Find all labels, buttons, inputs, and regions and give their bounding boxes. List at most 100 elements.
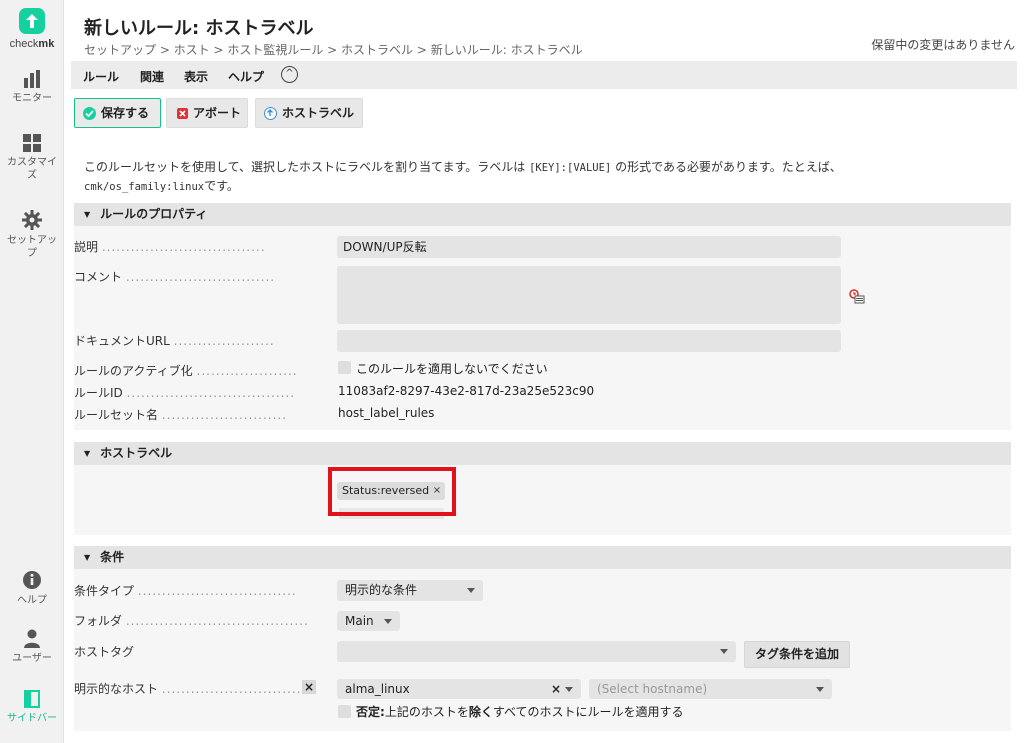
sidebar-item-label: ヘルプ <box>17 595 47 606</box>
host-tag-select[interactable] <box>337 641 736 662</box>
comment-textarea[interactable] <box>337 266 841 324</box>
menu-rules[interactable]: ルール <box>83 68 119 85</box>
intro-code-key-value: [KEY]:[VALUE] <box>529 162 612 174</box>
page-title: 新しいルール: ホストラベル <box>84 18 314 39</box>
menu-help[interactable]: ヘルプ <box>228 68 264 85</box>
section-title: ルールのプロパティ <box>100 207 208 221</box>
ruleid-value: 11083af2-8297-43e2-817d-23a25e523c90 <box>338 384 595 398</box>
highlight-box <box>328 467 456 516</box>
bar-chart-icon <box>24 70 40 88</box>
ruleset-label: ルールセット名 .......................... <box>74 408 288 422</box>
description-label: 説明 .................................. <box>74 240 266 254</box>
abort-button-label: アボート <box>193 106 242 120</box>
gear-icon <box>22 210 42 230</box>
negate-text: 上記のホストを <box>384 705 469 719</box>
rule-properties-header[interactable]: ▼ ルールのプロパティ <box>74 203 1011 226</box>
negate-emphasis: 除く <box>468 705 493 719</box>
intro-code-example: cmk/os_family:linux <box>84 181 205 193</box>
folder-label: フォルダ ...................................… <box>74 614 309 628</box>
collapse-triangle-icon: ▼ <box>84 553 91 562</box>
dropdown-caret-icon <box>816 687 824 692</box>
activation-label: ルールのアクティブ化 ..................... <box>74 364 298 378</box>
abort-button[interactable]: アボート <box>166 98 248 128</box>
ruleset-description: このルールセットを使用して、選択したホストにラベルを割り当てます。ラベルは [K… <box>84 158 984 196</box>
grid-icon <box>23 134 41 152</box>
sidebar-item-label: カスタマイズ <box>7 157 57 181</box>
host-tags-label: ホストタグ <box>74 645 135 659</box>
add-tag-condition-button[interactable]: タグ条件を追加 <box>744 641 850 668</box>
section-title: 条件 <box>100 550 125 564</box>
user-icon <box>24 629 40 648</box>
condition-type-label: 条件タイプ ................................. <box>74 584 297 598</box>
logo-text: checkmk <box>9 38 55 50</box>
negate-text: すべてのホストにルールを適用する <box>492 705 684 719</box>
sidebar-item-setup[interactable]: セットアップ <box>0 210 64 260</box>
collapse-triangle-icon: ▼ <box>84 210 91 219</box>
placeholder-text: (Select hostname) <box>597 682 708 696</box>
abort-icon <box>177 108 188 119</box>
sidebar-item-label: ユーザー <box>12 653 52 664</box>
menu-bar: ルール 関連 表示 ヘルプ ^ <box>71 61 1017 89</box>
check-icon <box>83 107 96 120</box>
checkmk-logo[interactable]: checkmk <box>0 8 64 50</box>
menu-display[interactable]: 表示 <box>184 68 208 85</box>
description-input[interactable]: DOWN/UP反転 <box>337 236 841 258</box>
menu-related[interactable]: 関連 <box>140 68 164 85</box>
negate-label[interactable]: 否定:上記のホストを除くすべてのホストにルールを適用する <box>356 703 684 720</box>
clear-selection-icon[interactable]: × <box>551 679 561 699</box>
pending-changes-status[interactable]: 保留中の変更はありません <box>871 36 1015 53</box>
intro-text: です。 <box>204 179 239 193</box>
main-content: 新しいルール: ホストラベル セットアップ > ホスト > ホスト監視ルール >… <box>64 0 1024 743</box>
breadcrumb[interactable]: セットアップ > ホスト > ホスト監視ルール > ホストラベル > 新しいルー… <box>84 41 583 58</box>
negate-checkbox[interactable] <box>338 705 351 718</box>
section-title: ホストラベル <box>100 446 173 460</box>
app-root: checkmk モニター カスタマイズ セットアップ ヘルプ ユーザー サイドバ… <box>0 0 1024 743</box>
host-labels-button-label: ホストラベル <box>282 106 355 120</box>
intro-text: の形式である必要があります。たとえば、 <box>615 160 842 174</box>
dropdown-caret-icon <box>565 687 573 692</box>
comment-label: コメント ............................... <box>74 270 276 284</box>
conditions-header[interactable]: ▼ 条件 <box>74 546 1011 569</box>
collapse-triangle-icon: ▼ <box>84 449 91 458</box>
sidebar-toggle-icon <box>24 690 40 708</box>
intro-text: このルールセットを使用して、選択したホストにラベルを割り当てます。ラベルは <box>84 160 526 174</box>
negate-bold: 否定: <box>356 705 385 719</box>
host-labels-header[interactable]: ▼ ホストラベル <box>74 442 1011 465</box>
selected-value: 明示的な条件 <box>345 583 418 597</box>
sidebar-item-label: サイドバー <box>7 713 57 724</box>
dropdown-caret-icon <box>384 619 392 624</box>
info-icon <box>23 571 41 589</box>
insert-date-icon[interactable] <box>849 289 865 304</box>
collapse-menu-icon[interactable]: ^ <box>281 66 298 83</box>
selected-value: alma_linux <box>345 682 410 696</box>
sidebar: checkmk モニター カスタマイズ セットアップ ヘルプ ユーザー サイドバ… <box>0 0 64 743</box>
sidebar-item-help[interactable]: ヘルプ <box>0 570 64 607</box>
hostname-select[interactable]: (Select hostname) <box>589 679 832 699</box>
sidebar-item-user[interactable]: ユーザー <box>0 628 64 665</box>
explicit-host-select[interactable]: alma_linux × <box>337 679 581 699</box>
host-labels-button[interactable]: ホストラベル <box>255 98 363 128</box>
dropdown-caret-icon <box>467 588 475 593</box>
ruleid-label: ルールID ..................................… <box>74 386 296 400</box>
sidebar-item-label: モニター <box>12 93 52 104</box>
sidebar-item-label: セットアップ <box>7 235 57 259</box>
sidebar-item-customize[interactable]: カスタマイズ <box>0 134 64 182</box>
remove-explicit-hosts-icon[interactable]: × <box>302 680 316 694</box>
up-arrow-circle-icon <box>264 107 277 120</box>
folder-select[interactable]: Main <box>337 611 400 631</box>
save-button[interactable]: 保存する <box>74 98 161 128</box>
save-button-label: 保存する <box>101 106 150 120</box>
explicit-hosts-label: 明示的なホスト ............................. <box>74 682 302 696</box>
condition-type-select[interactable]: 明示的な条件 <box>337 580 483 601</box>
ruleset-value: host_label_rules <box>338 406 435 420</box>
disable-rule-label[interactable]: このルールを適用しないでください <box>356 360 548 377</box>
dropdown-caret-icon <box>720 649 728 654</box>
disable-rule-checkbox[interactable] <box>338 361 351 374</box>
docurl-input[interactable] <box>337 330 841 352</box>
sidebar-item-monitor[interactable]: モニター <box>0 70 64 105</box>
selected-value: Main <box>345 614 374 628</box>
checkmk-logo-icon <box>19 8 45 34</box>
host-labels-section: ▼ ホストラベル <box>74 442 1011 535</box>
docurl-label: ドキュメントURL ..................... <box>74 334 275 348</box>
sidebar-item-sidebar[interactable]: サイドバー <box>0 690 64 725</box>
